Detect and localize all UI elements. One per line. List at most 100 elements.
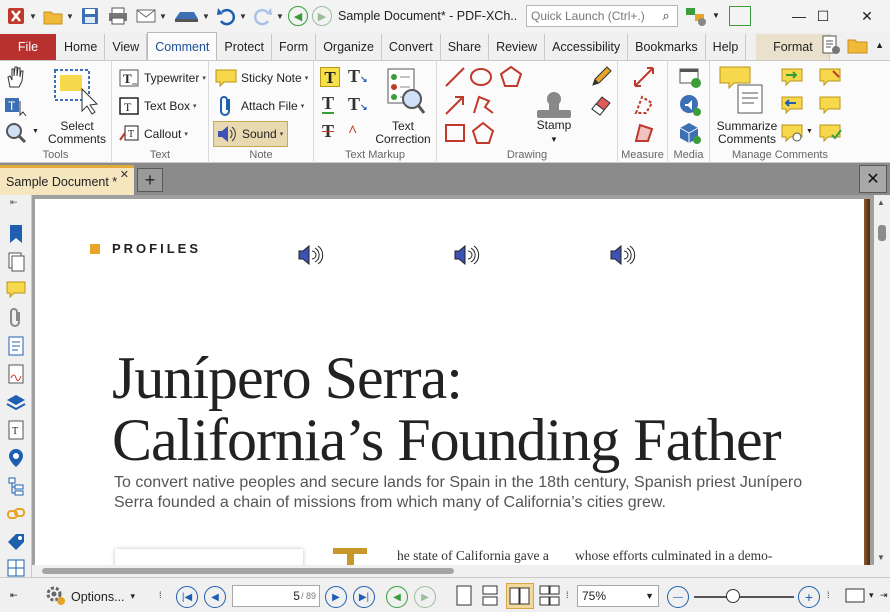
fullscreen-icon[interactable]: [729, 6, 751, 26]
sound-button[interactable]: Sound ▾: [213, 121, 289, 147]
vertical-scrollbar[interactable]: ▲ ▼: [874, 195, 890, 565]
organize-icon[interactable]: [5, 557, 27, 579]
chevron-down-icon[interactable]: ▼: [159, 12, 167, 21]
comment-view-icon[interactable]: [780, 123, 806, 146]
comment-summary-icon[interactable]: [818, 123, 844, 146]
collapse-sidebar-icon[interactable]: ⇤: [10, 197, 18, 208]
horizontal-scrollbar-thumb[interactable]: [42, 568, 454, 574]
options-button[interactable]: Options... ▾: [44, 584, 135, 609]
oval-icon[interactable]: [469, 65, 493, 92]
chevron-down-icon[interactable]: ▼: [32, 128, 39, 135]
back-view-button[interactable]: ◀: [386, 586, 408, 608]
chevron-down-icon[interactable]: ▾: [869, 590, 874, 601]
video-icon[interactable]: [678, 65, 702, 92]
tab-home[interactable]: Home: [57, 34, 106, 60]
zoom-icon[interactable]: [4, 121, 28, 146]
sound-annotation-icon[interactable]: [297, 244, 325, 266]
typewriter-button[interactable]: T Typewriter ▾: [118, 67, 206, 89]
chevron-down-icon[interactable]: ▼: [712, 11, 720, 20]
continuous-page-icon[interactable]: [480, 585, 500, 610]
export-comments-icon[interactable]: [780, 95, 806, 118]
tab-convert[interactable]: Convert: [382, 34, 441, 60]
polygon-icon[interactable]: [499, 65, 523, 92]
signatures-icon[interactable]: [5, 363, 27, 385]
expand-status-icon[interactable]: ⇥: [880, 590, 888, 601]
tab-form[interactable]: Form: [272, 34, 317, 60]
comments-icon[interactable]: [5, 279, 27, 301]
squiggly-icon[interactable]: T↘: [348, 66, 368, 87]
chevron-down-icon[interactable]: ▼: [239, 12, 247, 21]
underline-icon[interactable]: T: [322, 94, 335, 114]
summarize-icon[interactable]: [718, 65, 764, 118]
email-icon[interactable]: [134, 4, 158, 28]
chevron-down-icon[interactable]: ▼: [276, 12, 284, 21]
document-properties-icon[interactable]: [820, 34, 842, 59]
folder-icon[interactable]: [41, 4, 65, 28]
print-icon[interactable]: [106, 4, 130, 28]
tab-bookmarks[interactable]: Bookmarks: [628, 34, 706, 60]
content-icon[interactable]: T: [5, 419, 27, 441]
pdf-page[interactable]: PROFILES Junípero Serra: California’s Fo…: [35, 199, 864, 565]
continuous-facing-icon[interactable]: [538, 585, 564, 610]
tab-organize[interactable]: Organize: [316, 34, 382, 60]
zoom-out-button[interactable]: —: [667, 586, 689, 608]
bookmarks-icon[interactable]: [5, 223, 27, 245]
summarize-comments-button[interactable]: Summarize Comments: [712, 120, 782, 146]
tab-help[interactable]: Help: [706, 34, 747, 60]
strikeout-icon[interactable]: T: [322, 121, 334, 142]
text-correction-label[interactable]: Text Correction: [370, 120, 436, 146]
sound-annotation-icon[interactable]: [453, 244, 481, 266]
sound-annotation-icon[interactable]: [609, 244, 637, 266]
cloud-polygon-icon[interactable]: [471, 121, 495, 148]
hand-icon[interactable]: [4, 65, 26, 92]
single-page-icon[interactable]: [455, 585, 473, 610]
links-icon[interactable]: [5, 503, 27, 525]
scan-icon[interactable]: [171, 4, 201, 28]
import-comments-icon[interactable]: [780, 67, 806, 90]
structure-icon[interactable]: [5, 335, 27, 357]
chevron-down-icon[interactable]: ▼: [202, 12, 210, 21]
rectangle-icon[interactable]: [443, 121, 467, 148]
replace-text-icon[interactable]: T↘: [348, 94, 368, 115]
layers-icon[interactable]: [5, 391, 27, 413]
perimeter-icon[interactable]: [632, 93, 656, 120]
chevron-down-icon[interactable]: ▼: [806, 128, 813, 135]
3d-icon[interactable]: [678, 121, 702, 148]
eraser-icon[interactable]: [589, 93, 613, 120]
tab-share[interactable]: Share: [441, 34, 490, 60]
label-icon[interactable]: [5, 531, 27, 553]
zoom-slider-knob[interactable]: [726, 589, 740, 603]
collapse-ribbon-icon[interactable]: ▲: [875, 40, 884, 50]
attach-file-button[interactable]: Attach File ▾: [215, 95, 304, 117]
text-correction-icon[interactable]: [386, 67, 426, 120]
save-icon[interactable]: [78, 4, 102, 28]
tab-view[interactable]: View: [105, 34, 148, 60]
line-icon[interactable]: [443, 65, 467, 92]
highlight-icon[interactable]: T: [320, 67, 340, 87]
tab-comment[interactable]: Comment: [147, 32, 218, 60]
zoom-in-button[interactable]: +: [798, 586, 820, 608]
select-comments-icon[interactable]: [52, 67, 102, 120]
flatten-comments-icon[interactable]: [818, 67, 844, 90]
select-text-icon[interactable]: T: [4, 95, 30, 120]
document-tab[interactable]: Sample Document * ✕: [0, 165, 134, 195]
maximize-button[interactable]: ☐: [800, 0, 846, 32]
close-icon[interactable]: ✕: [120, 168, 129, 181]
forward-icon[interactable]: ▶: [312, 6, 332, 26]
horizontal-scrollbar[interactable]: [32, 565, 890, 577]
close-document-button[interactable]: ✕: [859, 165, 887, 193]
chevron-down-icon[interactable]: ▼: [66, 12, 74, 21]
insert-text-icon[interactable]: ^: [348, 123, 357, 141]
media-sound-icon[interactable]: [678, 93, 702, 120]
distance-icon[interactable]: [632, 65, 656, 92]
tab-file[interactable]: File: [0, 34, 56, 60]
quick-launch-input[interactable]: Quick Launch (Ctrl+.) ⌕: [526, 5, 678, 27]
first-page-button[interactable]: |◀: [176, 586, 198, 608]
forward-view-button[interactable]: ▶: [414, 586, 436, 608]
collapse-status-icon[interactable]: ⇤: [10, 590, 18, 601]
page-number-input[interactable]: 5 / 89: [232, 585, 320, 607]
pencil-icon[interactable]: [589, 65, 613, 92]
close-window-button[interactable]: ✕: [844, 0, 890, 32]
select-comments-label[interactable]: Select Comments: [42, 120, 112, 146]
thumbnails-icon[interactable]: [5, 251, 27, 273]
